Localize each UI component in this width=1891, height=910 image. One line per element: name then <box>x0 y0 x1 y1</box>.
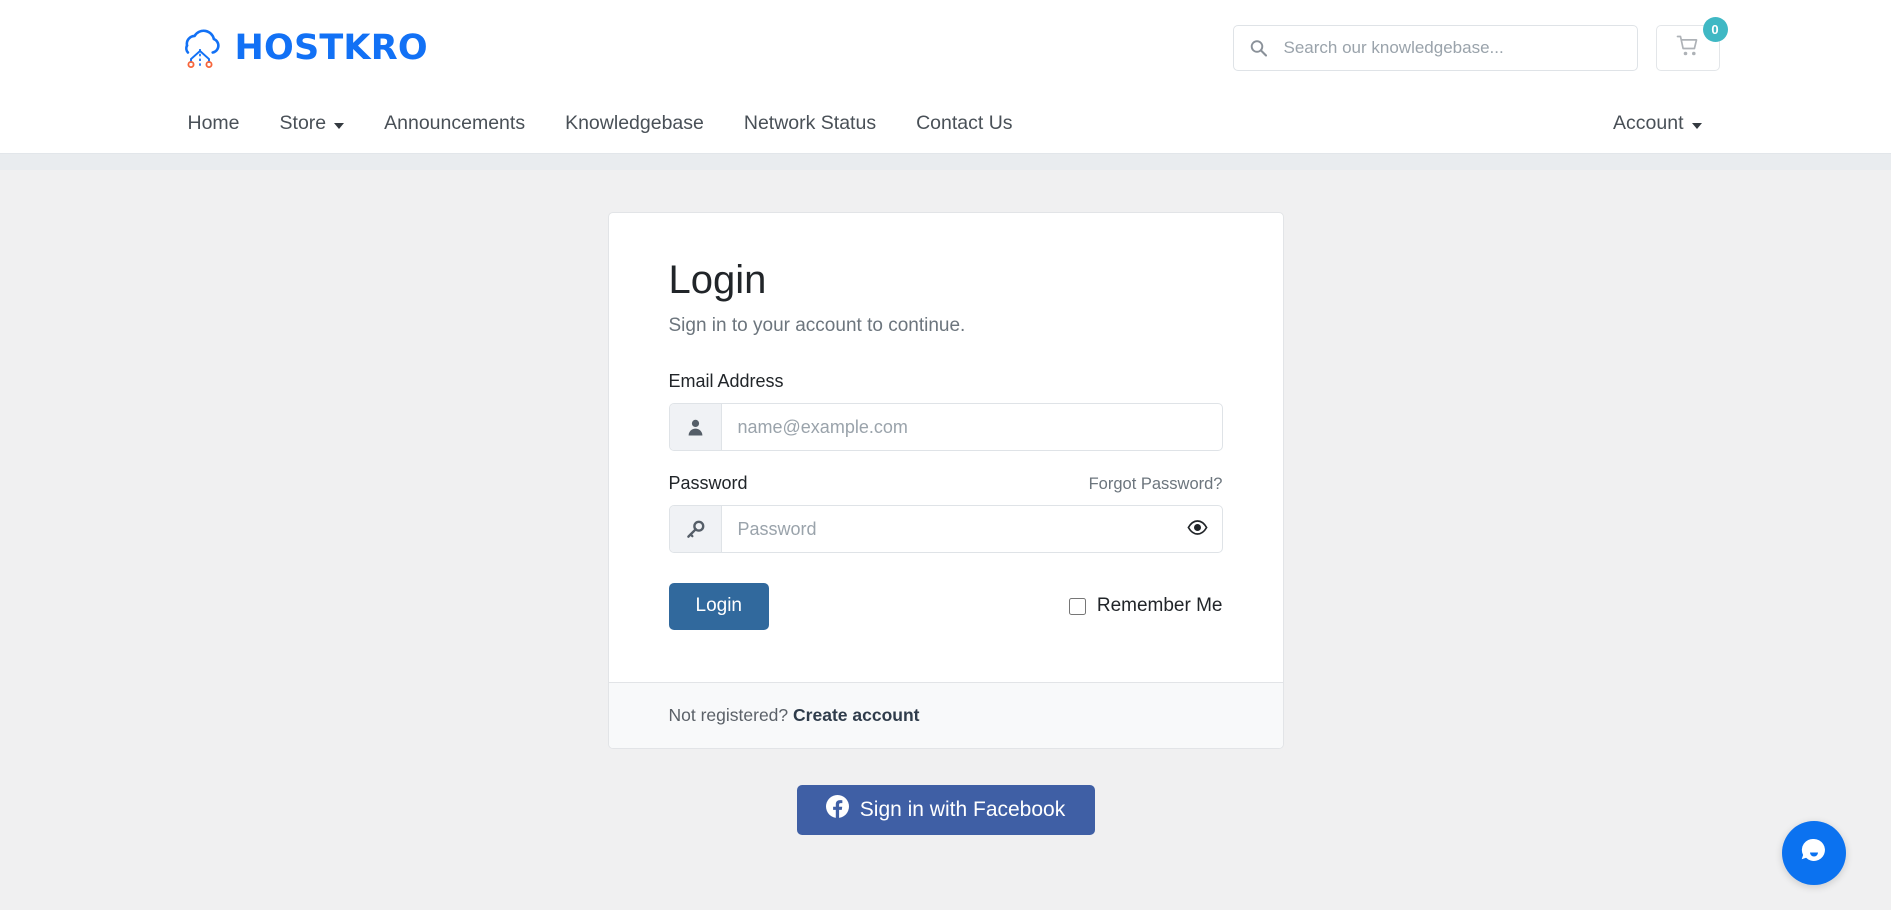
password-input-group <box>668 505 1223 553</box>
nav-item-store[interactable]: Store <box>260 114 365 134</box>
chat-bubble-icon <box>1797 834 1831 873</box>
nav-links: Home Store Announcements Knowledgebase N… <box>174 114 1033 134</box>
not-registered-text: Not registered? <box>668 704 789 725</box>
nav-item-account[interactable]: Account <box>1599 114 1721 134</box>
nav-item-contact-us[interactable]: Contact Us <box>896 114 1032 134</box>
nav-item-home[interactable]: Home <box>174 114 260 134</box>
key-icon <box>669 506 722 552</box>
remember-me-checkbox[interactable] <box>1068 597 1086 615</box>
toggle-password-visibility-button[interactable] <box>1174 506 1222 552</box>
nav-label: Contact Us <box>916 112 1013 135</box>
password-input[interactable] <box>721 506 1174 552</box>
eye-icon <box>1187 517 1208 541</box>
login-card-footer: Not registered? Create account <box>608 681 1283 748</box>
facebook-signin-button[interactable]: Sign in with Facebook <box>796 784 1095 835</box>
chevron-down-icon <box>1691 122 1702 129</box>
email-field-group: Email Address <box>668 371 1223 451</box>
main-navigation: Home Store Announcements Knowledgebase N… <box>0 95 1891 153</box>
remember-me-label: Remember Me <box>1096 595 1223 617</box>
search-box <box>1232 24 1638 71</box>
facebook-signin-label: Sign in with Facebook <box>859 797 1066 821</box>
nav-label: Account <box>1613 112 1684 135</box>
nav-item-knowledgebase[interactable]: Knowledgebase <box>545 114 724 134</box>
user-icon <box>669 404 722 450</box>
search-input[interactable] <box>1232 24 1638 71</box>
cart-count-badge: 0 <box>1702 16 1728 42</box>
nav-label: Network Status <box>743 112 877 135</box>
page-content: Login Sign in to your account to continu… <box>0 170 1891 910</box>
chat-widget-button[interactable] <box>1782 821 1846 885</box>
nav-item-announcements[interactable]: Announcements <box>364 114 545 134</box>
nav-account-area: Account <box>1599 114 1721 134</box>
social-login-area: Sign in with Facebook <box>608 784 1284 835</box>
chevron-down-icon <box>334 122 345 129</box>
password-label: Password <box>668 473 748 493</box>
brand-name: HOSTKRO <box>234 27 428 68</box>
nav-label: Home <box>187 112 240 135</box>
facebook-icon <box>825 795 849 824</box>
nav-label: Announcements <box>384 112 526 135</box>
nav-item-network-status[interactable]: Network Status <box>724 114 896 134</box>
cloud-network-icon <box>174 22 226 74</box>
login-subtitle: Sign in to your account to continue. <box>668 315 966 336</box>
create-account-link[interactable]: Create account <box>793 705 919 725</box>
email-input[interactable] <box>721 404 1222 450</box>
site-header: HOSTKRO Search our knowledgebase... 0 <box>0 0 1891 95</box>
password-field-group: Password Forgot Password? <box>668 473 1223 553</box>
login-actions: Login Remember Me <box>668 583 1223 630</box>
login-submit-button[interactable]: Login <box>668 583 769 630</box>
header-actions: 0 <box>1232 16 1728 71</box>
cart-button[interactable]: 0 <box>1655 16 1728 71</box>
page-title: Login <box>668 258 767 302</box>
remember-me-control[interactable]: Remember Me <box>1068 595 1223 617</box>
breadcrumb-strip <box>0 153 1891 170</box>
brand-logo-link[interactable]: HOSTKRO <box>174 22 428 74</box>
nav-label: Store <box>279 112 327 135</box>
forgot-password-link[interactable]: Forgot Password? <box>1089 475 1223 494</box>
login-card: Login Sign in to your account to continu… <box>607 212 1284 749</box>
nav-label: Knowledgebase <box>565 112 704 135</box>
shopping-cart-icon <box>1676 34 1700 61</box>
email-input-group <box>668 403 1223 451</box>
email-label: Email Address <box>668 371 784 391</box>
